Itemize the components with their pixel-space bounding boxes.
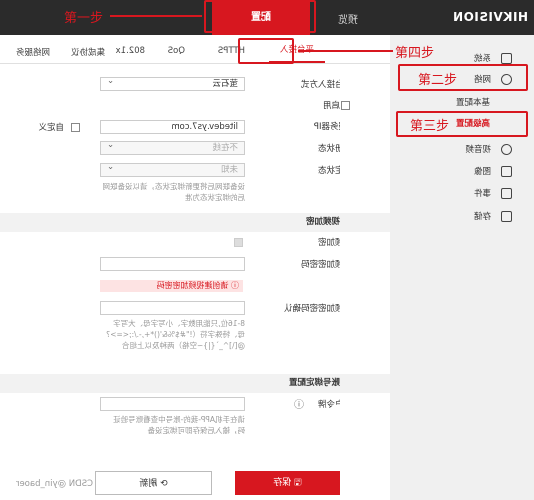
- reg-status-select: 不在线: [100, 141, 245, 155]
- bind-status-select: 未知: [100, 163, 245, 177]
- section-video-encryption: 视频加密: [0, 213, 390, 232]
- label-reg-status: 注册状态: [317, 144, 340, 154]
- refresh-button[interactable]: ⟳ 刷新: [95, 471, 212, 495]
- label-server-ip: 接入服务器IP: [313, 122, 340, 132]
- calendar-icon: [501, 187, 512, 199]
- label-token: 用户令牌: [317, 400, 340, 410]
- video-enc-checkbox[interactable]: [234, 238, 243, 247]
- divider: [0, 63, 390, 64]
- enc-pwd-input[interactable]: [100, 257, 245, 271]
- logo: HIKVISION: [452, 10, 528, 24]
- enc-confirm-input[interactable]: [100, 301, 245, 315]
- annotation-step3: 第三步: [410, 119, 450, 134]
- arrow-step4: [298, 50, 393, 52]
- sidebar-label: 系统: [473, 54, 491, 64]
- token-input[interactable]: [100, 397, 245, 411]
- info-icon[interactable]: ⓘ: [294, 396, 304, 411]
- sidebar-label: 视音频: [465, 145, 491, 155]
- annotation-step1: 第一步: [64, 11, 104, 26]
- sidebar-item-storage[interactable]: 存储: [474, 209, 512, 223]
- label-enc-pwd: 视频加密密码: [300, 260, 340, 270]
- save-button[interactable]: 🖫 保存: [235, 471, 340, 495]
- audio-video-icon: [501, 143, 512, 155]
- tab-qos[interactable]: QoS: [168, 46, 185, 56]
- token-hint: 请在手机APP-我的-账号中查看账号验证码，输入后保存即可绑定设备: [113, 415, 245, 435]
- save-label: 保存: [273, 478, 292, 488]
- enable-checkbox[interactable]: [341, 101, 350, 110]
- sidebar-label: 基本配置: [455, 98, 490, 108]
- label-enc-confirm: 视频加密密码确认: [283, 304, 340, 314]
- image-icon: [501, 165, 512, 177]
- sidebar-label: 存储: [473, 212, 491, 222]
- monitor-icon: [501, 52, 512, 64]
- custom-checkbox[interactable]: [71, 123, 80, 132]
- sidebar-item-image[interactable]: 图像: [474, 164, 512, 178]
- sidebar-item-av[interactable]: 视音频: [465, 142, 512, 156]
- refresh-icon: ⟳: [160, 479, 168, 489]
- pwd-hint: 8-16位,只能用数字、小写字母、大写字母、特殊字符（!"#$%&'()*+,-…: [106, 319, 245, 350]
- custom-label: 自定义: [38, 123, 64, 133]
- sidebar-label: 事件: [473, 189, 491, 199]
- section-account-binding: 账号绑定配置: [0, 374, 390, 393]
- tab-8021x[interactable]: 802.1x: [116, 46, 145, 56]
- server-ip-input[interactable]: litedev.ys7.com: [100, 120, 245, 134]
- tab-integration[interactable]: 集成协议: [71, 46, 105, 58]
- annotation-box-step1: [204, 0, 316, 33]
- tab-network-service[interactable]: 网络服务: [16, 46, 50, 58]
- sidebar-label: 图像: [473, 167, 491, 177]
- label-bind-status: 绑定状态: [317, 166, 340, 176]
- annotation-box-step4: [238, 38, 294, 64]
- section-title: 账号绑定配置: [288, 378, 340, 388]
- storage-icon: [501, 210, 512, 222]
- sidebar-item-event[interactable]: 事件: [474, 186, 512, 200]
- label-video-enc: 视频加密: [317, 238, 340, 248]
- section-title: 视频加密: [305, 217, 340, 227]
- save-icon: 🖫: [294, 478, 302, 488]
- annotation-step4: 第四步: [395, 46, 435, 61]
- watermark: CSDN @yin_baoer: [16, 479, 93, 489]
- bind-hint: 设备联网后将更新绑定状态，请以设备联网后的绑定状态为准: [102, 182, 246, 202]
- sidebar-item-basic[interactable]: 基本配置: [456, 95, 490, 109]
- refresh-label: 刷新: [139, 479, 158, 489]
- error-message: ⓘ 请创建视频加密密码: [100, 280, 243, 292]
- label-access-mode: 平台接入方式: [300, 80, 340, 90]
- annotation-step2: 第二步: [418, 73, 458, 88]
- access-mode-select[interactable]: 萤石云: [100, 77, 245, 91]
- arrow-step1: [110, 15, 202, 17]
- sidebar-item-system[interactable]: 系统: [474, 51, 512, 65]
- nav-preview[interactable]: 预览: [338, 11, 358, 26]
- error-text: 请创建视频加密密码: [156, 281, 229, 290]
- label-enable: 启用: [322, 101, 340, 111]
